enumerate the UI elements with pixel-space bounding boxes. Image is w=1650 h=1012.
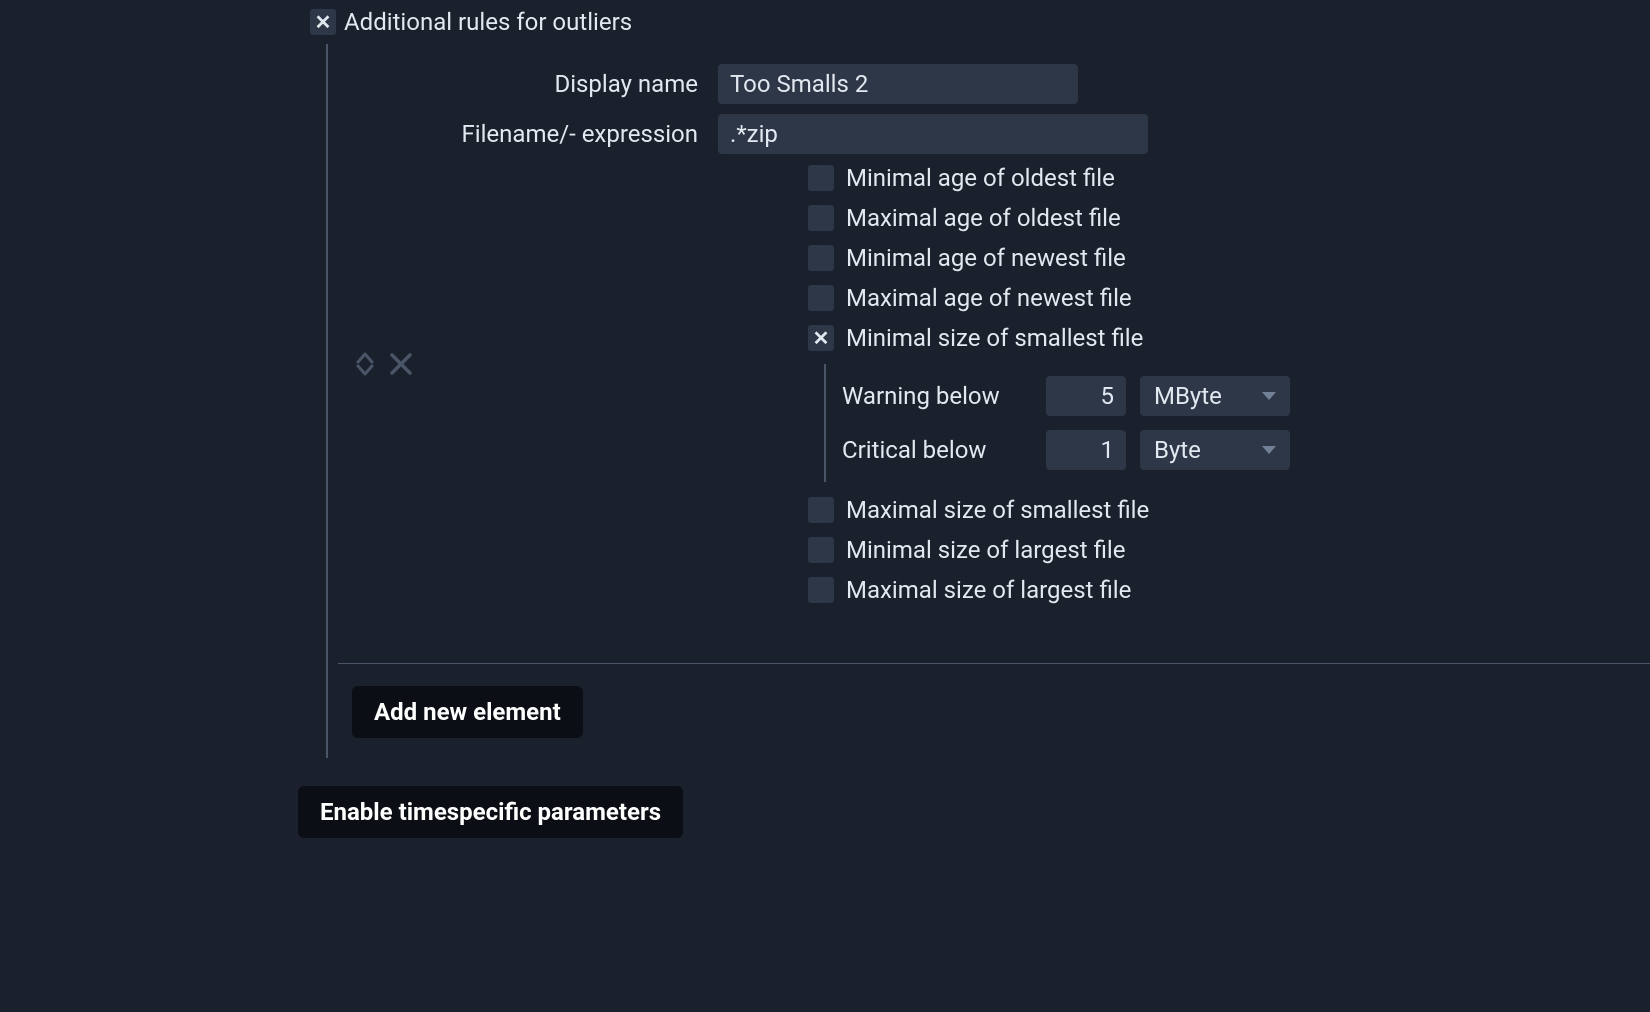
chevron-down-icon	[1262, 392, 1276, 400]
min-size-smallest-checkbox[interactable]	[808, 325, 834, 351]
min-age-oldest-label: Minimal age of oldest file	[846, 164, 1115, 192]
rules-tree: Display name Filename/- expression Minim…	[326, 44, 1650, 758]
filename-expression-input[interactable]	[718, 114, 1148, 154]
max-size-smallest-label: Maximal size of smallest file	[846, 496, 1149, 524]
max-age-oldest-label: Maximal age of oldest file	[846, 204, 1121, 232]
critical-unit-select[interactable]: Byte	[1140, 430, 1290, 470]
display-name-label: Display name	[428, 70, 718, 98]
add-new-element-button[interactable]: Add new element	[352, 686, 583, 738]
min-age-oldest-checkbox[interactable]	[808, 165, 834, 191]
warning-unit-select[interactable]: MByte	[1140, 376, 1290, 416]
warning-unit-value: MByte	[1154, 382, 1222, 410]
filename-expression-label: Filename/- expression	[428, 120, 718, 148]
section-toggle-checkbox[interactable]	[310, 9, 336, 35]
critical-unit-value: Byte	[1154, 436, 1201, 464]
max-size-largest-label: Maximal size of largest file	[846, 576, 1131, 604]
min-age-newest-label: Minimal age of newest file	[846, 244, 1126, 272]
max-age-newest-label: Maximal age of newest file	[846, 284, 1132, 312]
min-size-smallest-label: Minimal size of smallest file	[846, 324, 1143, 352]
min-age-newest-checkbox[interactable]	[808, 245, 834, 271]
move-up-down-icon[interactable]	[356, 352, 374, 376]
section-title: Additional rules for outliers	[344, 8, 632, 36]
min-size-largest-checkbox[interactable]	[808, 537, 834, 563]
delete-rule-icon[interactable]	[388, 351, 414, 377]
critical-below-input[interactable]	[1046, 430, 1126, 470]
max-size-largest-checkbox[interactable]	[808, 577, 834, 603]
max-age-newest-checkbox[interactable]	[808, 285, 834, 311]
max-age-oldest-checkbox[interactable]	[808, 205, 834, 231]
min-size-smallest-params: Warning below MByte Critical below B	[824, 364, 1650, 482]
warning-below-input[interactable]	[1046, 376, 1126, 416]
chevron-down-icon	[1262, 446, 1276, 454]
warning-below-label: Warning below	[842, 382, 1032, 410]
critical-below-label: Critical below	[842, 436, 1032, 464]
enable-timespecific-button[interactable]: Enable timespecific parameters	[298, 786, 683, 838]
rule-item: Display name Filename/- expression Minim…	[338, 64, 1650, 664]
display-name-input[interactable]	[718, 64, 1078, 104]
max-size-smallest-checkbox[interactable]	[808, 497, 834, 523]
min-size-largest-label: Minimal size of largest file	[846, 536, 1125, 564]
